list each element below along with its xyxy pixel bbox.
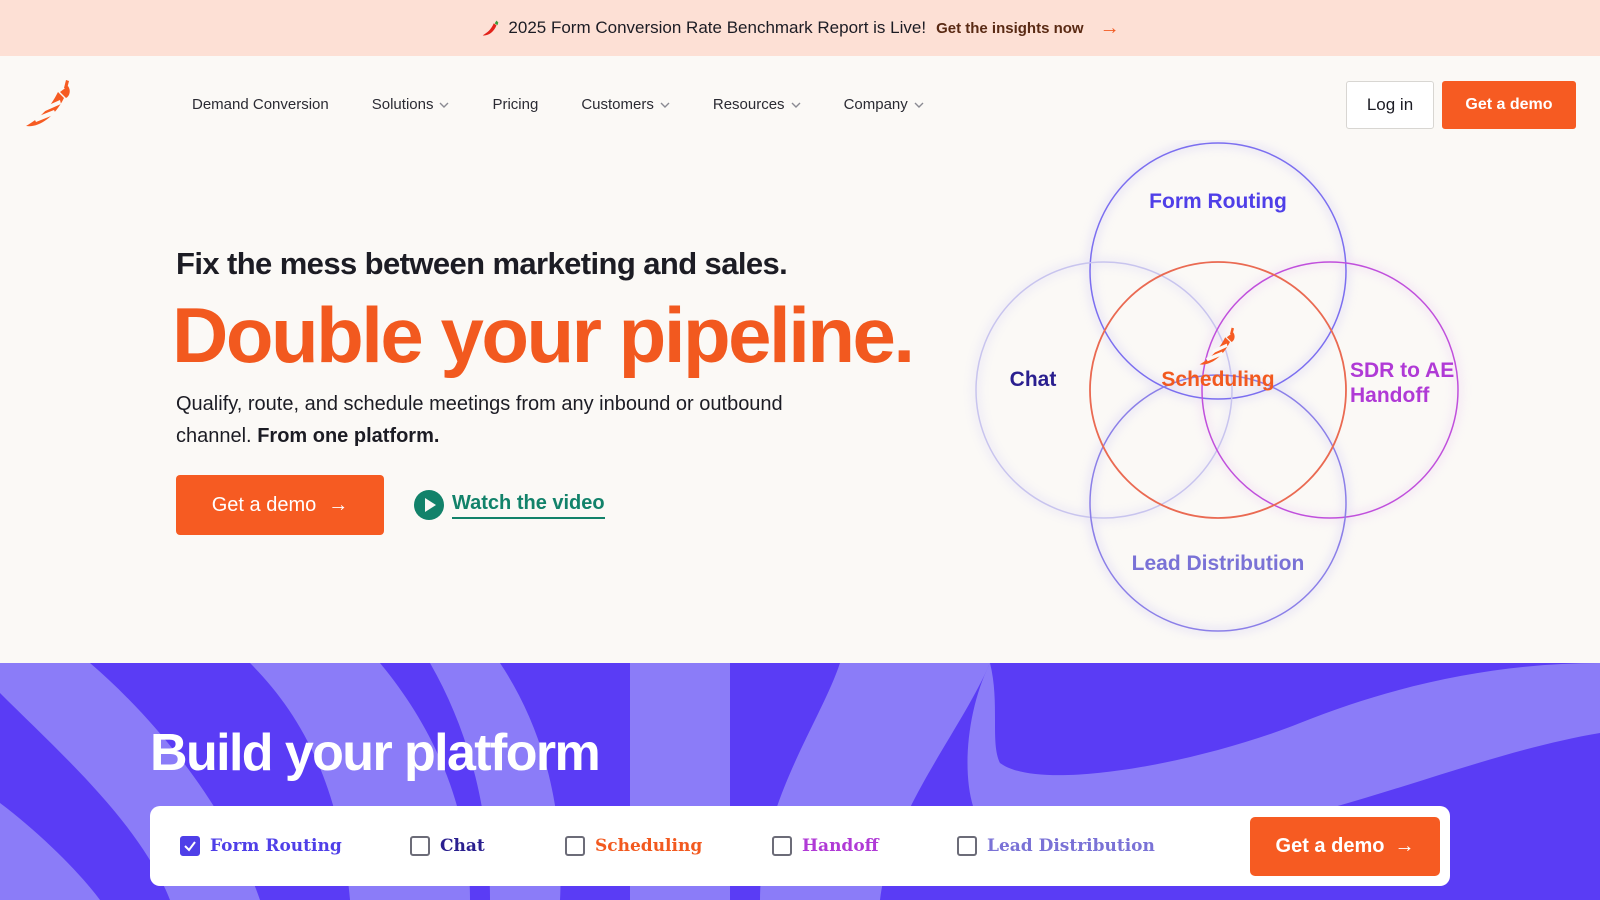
option-lead-distribution[interactable]: Lead Distribution [957,836,1155,856]
get-demo-button-platform[interactable]: Get a demo → [1250,817,1440,876]
venn-label-handoff: SDR to AE Handoff [1350,358,1455,408]
checkbox-lead-distribution[interactable] [957,836,977,856]
arrow-right-icon: → [1394,835,1415,857]
nav-item-label: Customers [581,96,654,113]
get-demo-button-hero[interactable]: Get a demo → [176,475,384,535]
hero-headline: Double your pipeline. [172,291,915,379]
nav-item-demand-conversion[interactable]: Demand Conversion [192,96,329,113]
venn-label-handoff-line2: Handoff [1350,384,1430,407]
option-label: Lead Distribution [987,836,1155,856]
venn-label-chat: Chat [1009,368,1057,391]
option-handoff[interactable]: Handoff [772,836,879,856]
nav-item-label: Solutions [371,96,434,113]
watch-video-link[interactable]: Watch the video [414,490,605,520]
chevron-down-icon [791,102,801,108]
login-button[interactable]: Log in [1346,81,1434,129]
get-demo-label: Get a demo [211,493,317,516]
get-demo-label: Get a demo [1275,835,1385,857]
platform-picker: Form Routing Chat Scheduling Handoff Lea… [150,806,1450,886]
option-form-routing[interactable]: Form Routing [180,836,342,856]
venn-label-form-routing: Form Routing [1149,190,1287,213]
build-platform-section: Build your platform Form Routing Chat Sc… [0,663,1600,900]
chevron-down-icon [660,102,670,108]
announcement-message: 2025 Form Conversion Rate Benchmark Repo… [508,18,927,37]
nav-item-resources[interactable]: Resources [713,96,801,113]
option-chat[interactable]: Chat [410,836,485,856]
nav-item-label: Demand Conversion [192,96,329,113]
hero-subtext-bold: From one platform. [257,425,440,447]
nav-item-label: Company [843,96,908,113]
chevron-down-icon [914,102,924,108]
checkbox-scheduling[interactable] [565,836,585,856]
play-icon [414,490,444,520]
nav-item-customers[interactable]: Customers [581,96,670,113]
arrow-right-icon[interactable]: → [1100,17,1120,40]
hero-subtext: Qualify, route, and schedule meetings fr… [176,388,816,452]
chevron-down-icon [439,102,449,108]
chili-pepper-logo[interactable] [24,78,76,132]
venn-label-handoff-line1: SDR to AE [1350,359,1455,382]
option-label: Chat [440,836,485,856]
checkbox-chat[interactable] [410,836,430,856]
nav-item-label: Resources [712,96,785,113]
option-scheduling[interactable]: Scheduling [565,836,702,856]
option-label: Handoff [802,836,879,856]
arrow-right-icon: → [328,493,349,516]
nav-item-label: Pricing [492,96,539,113]
get-demo-button-header[interactable]: Get a demo [1442,81,1576,129]
venn-label-scheduling: Scheduling [1161,368,1275,391]
nav-item-company[interactable]: Company [844,96,924,113]
chili-pepper-icon [483,20,499,36]
venn-label-lead-distribution: Lead Distribution [1131,552,1305,575]
checkbox-handoff[interactable] [772,836,792,856]
nav-item-solutions[interactable]: Solutions [372,96,450,113]
platform-title: Build your platform [150,724,601,782]
option-label: Scheduling [595,836,703,856]
watch-video-label: Watch the video [452,492,605,519]
announcement-bar[interactable]: 2025 Form Conversion Rate Benchmark Repo… [0,0,1600,56]
announcement-link[interactable]: Get the insights now [936,20,1084,37]
main-menu: Demand Conversion Solutions Pricing Cust… [192,96,967,113]
platform-venn-diagram: Form Routing Chat Scheduling SDR to AE H… [960,140,1480,640]
checkbox-form-routing[interactable] [180,836,200,856]
checkmark-icon [184,841,196,852]
nav-item-pricing[interactable]: Pricing [492,96,538,113]
option-label: Form Routing [210,836,342,856]
hero-eyebrow: Fix the mess between marketing and sales… [176,246,788,281]
